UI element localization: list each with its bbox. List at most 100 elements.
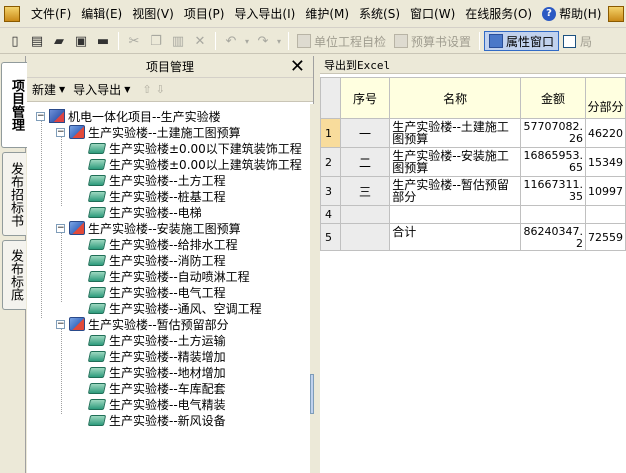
cell-amount[interactable]: 57707082.26: [519, 118, 587, 148]
cell-part[interactable]: 46220: [585, 118, 626, 148]
window-control-icon[interactable]: [608, 6, 624, 22]
cell-part[interactable]: 72559: [585, 223, 626, 251]
new-dropdown-button[interactable]: 新建 ▼: [32, 81, 65, 98]
new-file-icon[interactable]: ▯: [4, 31, 26, 51]
tree-group[interactable]: − 生产实验楼--暂估预留部分: [56, 316, 229, 332]
tree-item[interactable]: 生产实验楼±0.00以上建筑装饰工程: [87, 156, 302, 172]
tree-root[interactable]: − 机电一体化项目--生产实验楼: [36, 108, 221, 124]
paste-icon[interactable]: ▥: [167, 31, 189, 51]
row-number[interactable]: 3: [320, 176, 341, 206]
tab-project-management[interactable]: 项目管理: [1, 62, 27, 148]
tab-publish-tender[interactable]: 发布招标书: [2, 152, 26, 236]
move-down-icon[interactable]: ⇩: [156, 83, 165, 96]
redo-dropdown-icon[interactable]: ▾: [274, 31, 284, 51]
cell-amount[interactable]: [519, 205, 587, 224]
menu-project[interactable]: 项目(P): [179, 3, 230, 24]
cell-part[interactable]: 15349: [585, 147, 626, 177]
row-number[interactable]: 5: [320, 223, 341, 251]
cell-seq[interactable]: [339, 223, 391, 251]
tab-publish-base[interactable]: 发布标底: [2, 240, 26, 310]
tree-item[interactable]: 生产实验楼--桩基工程: [87, 188, 226, 204]
folder-icon[interactable]: ▬: [92, 31, 114, 51]
menu-view[interactable]: 视图(V): [127, 3, 179, 24]
tree-item[interactable]: 生产实验楼--自动喷淋工程: [87, 268, 250, 284]
cell-name[interactable]: 生产实验楼--暂估预留部分: [389, 176, 521, 206]
row-number[interactable]: 4: [320, 205, 341, 224]
cell-name[interactable]: [389, 205, 521, 224]
table-row[interactable]: 4: [320, 205, 626, 224]
tree-group[interactable]: − 生产实验楼--土建施工图预算: [56, 124, 241, 140]
undo-icon[interactable]: ↶: [220, 31, 242, 51]
close-icon[interactable]: ✕: [290, 56, 305, 78]
tree-item[interactable]: 生产实验楼--通风、空调工程: [87, 300, 262, 316]
menu-online[interactable]: 在线服务(O): [460, 3, 537, 24]
cell-name[interactable]: 生产实验楼--土建施工图预算: [389, 118, 521, 148]
import-export-dropdown-button[interactable]: 导入导出 ▼: [73, 81, 130, 98]
cell-name[interactable]: 生产实验楼--安装施工图预算: [389, 147, 521, 177]
menu-edit[interactable]: 编辑(E): [76, 3, 127, 24]
menu-import-export[interactable]: 导入导出(I): [229, 3, 300, 24]
chevron-down-icon: ▼: [124, 85, 131, 94]
menu-window[interactable]: 窗口(W): [405, 3, 460, 24]
column-header-amount[interactable]: 金额: [519, 77, 587, 119]
table-row[interactable]: 2 二 生产实验楼--安装施工图预算 16865953.65 15349: [320, 147, 626, 177]
tree-group[interactable]: − 生产实验楼--安装施工图预算: [56, 220, 241, 236]
menu-system[interactable]: 系统(S): [354, 3, 405, 24]
cell-seq[interactable]: 一: [339, 118, 391, 148]
toolbar-checkbox[interactable]: [563, 34, 577, 48]
table-row[interactable]: 5 合计 86240347.2 72559: [320, 223, 626, 251]
tree-item[interactable]: 生产实验楼--消防工程: [87, 252, 226, 268]
property-window-button[interactable]: 属性窗口: [484, 31, 560, 51]
table-row[interactable]: 3 三 生产实验楼--暂估预留部分 11667311.35 10997: [320, 176, 626, 206]
corner-cell[interactable]: [320, 77, 341, 119]
cell-seq[interactable]: 二: [339, 147, 391, 177]
move-up-icon[interactable]: ⇧: [142, 83, 151, 96]
cell-amount[interactable]: 86240347.2: [519, 223, 587, 251]
save-icon[interactable]: ▣: [70, 31, 92, 51]
menu-help[interactable]: ? 帮助(H): [537, 3, 606, 24]
cell-amount[interactable]: 16865953.65: [519, 147, 587, 177]
row-number[interactable]: 2: [320, 147, 341, 177]
new-project-icon[interactable]: ▤: [26, 31, 48, 51]
open-folder-icon[interactable]: ▰: [48, 31, 70, 51]
row-number[interactable]: 1: [320, 118, 341, 148]
budget-settings-button[interactable]: 预算书设置: [390, 31, 475, 51]
cell-part[interactable]: 10997: [585, 176, 626, 206]
cell-seq[interactable]: [339, 205, 391, 224]
cut-icon[interactable]: ✂: [123, 31, 145, 51]
tree-item[interactable]: 生产实验楼±0.00以下建筑装饰工程: [87, 140, 302, 156]
tree-item[interactable]: 生产实验楼--电气工程: [87, 284, 226, 300]
column-header-seq[interactable]: 序号: [339, 77, 391, 119]
tree-item[interactable]: 生产实验楼--精装增加: [87, 348, 226, 364]
tree-item[interactable]: 生产实验楼--车库配套: [87, 380, 226, 396]
column-header-name[interactable]: 名称: [389, 77, 521, 119]
cell-part[interactable]: [585, 205, 626, 224]
copy-icon[interactable]: ❐: [145, 31, 167, 51]
cell-seq[interactable]: 三: [339, 176, 391, 206]
tree-item[interactable]: 生产实验楼--新风设备: [87, 412, 226, 428]
collapse-icon[interactable]: −: [56, 319, 65, 329]
tree-item[interactable]: 生产实验楼--电气精装: [87, 396, 226, 412]
menu-maintain[interactable]: 维护(M): [300, 3, 354, 24]
tree-connector: [61, 132, 62, 206]
tree-item[interactable]: 生产实验楼--给排水工程: [87, 236, 238, 252]
tree-root-label: 机电一体化项目--生产实验楼: [68, 109, 221, 124]
cell-name[interactable]: 合计: [389, 223, 521, 251]
tree-item[interactable]: 生产实验楼--电梯: [87, 204, 202, 220]
redo-icon[interactable]: ↷: [252, 31, 274, 51]
tree-item[interactable]: 生产实验楼--地材增加: [87, 364, 226, 380]
collapse-icon[interactable]: −: [36, 111, 45, 121]
menu-file[interactable]: 文件(F): [26, 3, 76, 24]
delete-icon[interactable]: ✕: [189, 31, 211, 51]
tree-item[interactable]: 生产实验楼--土方运输: [87, 332, 226, 348]
tree-item-label: 生产实验楼--精装增加: [109, 349, 226, 364]
undo-dropdown-icon[interactable]: ▾: [242, 31, 252, 51]
column-header-part[interactable]: 分部分: [585, 77, 626, 119]
cell-amount[interactable]: 11667311.35: [519, 176, 587, 206]
collapse-icon[interactable]: −: [56, 223, 65, 233]
unit-check-button[interactable]: 单位工程自检: [293, 31, 390, 51]
collapse-icon[interactable]: −: [56, 127, 65, 137]
export-excel-button[interactable]: 导出到Excel: [324, 57, 390, 73]
table-row[interactable]: 1 一 生产实验楼--土建施工图预算 57707082.26 46220: [320, 118, 626, 148]
tree-item[interactable]: 生产实验楼--土方工程: [87, 172, 226, 188]
